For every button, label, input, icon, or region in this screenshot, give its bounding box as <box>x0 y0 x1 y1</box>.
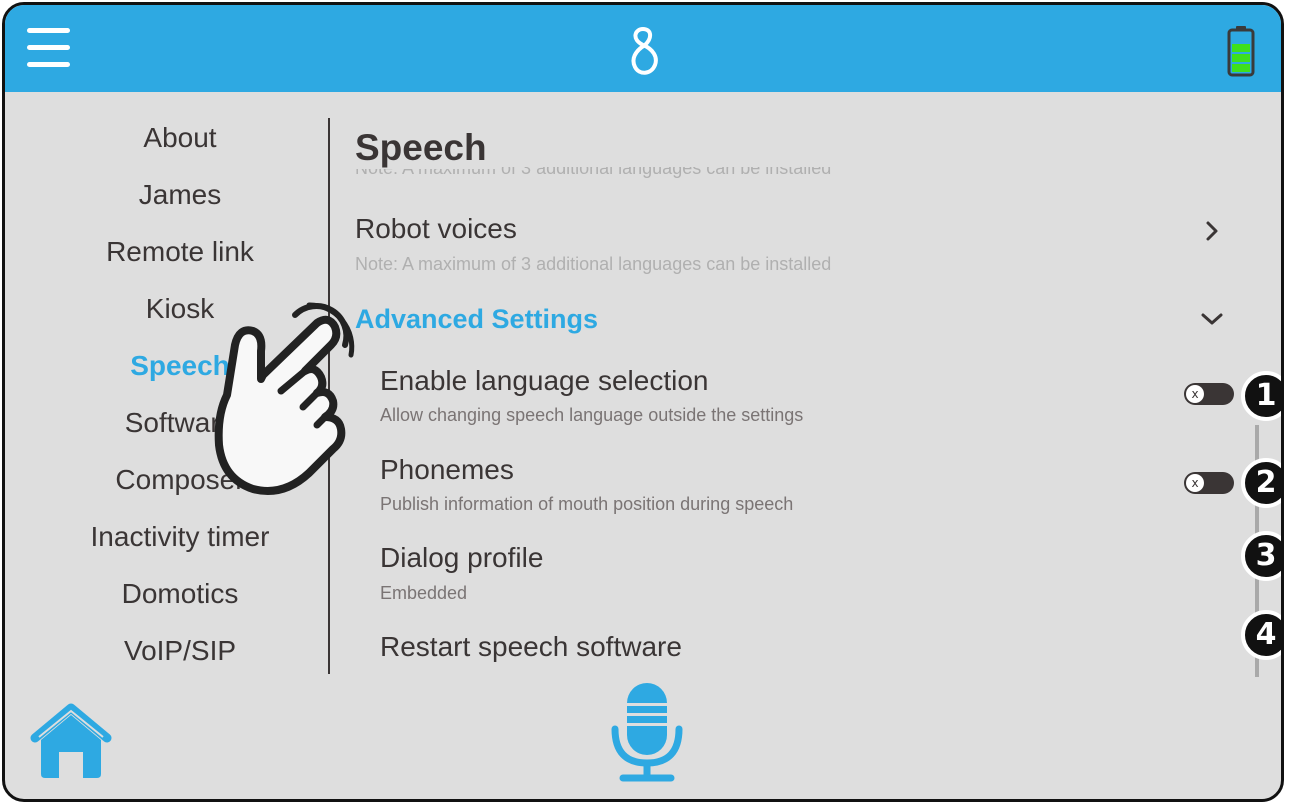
top-bar <box>5 5 1281 92</box>
annotation-badge-1: 1 <box>1241 371 1281 421</box>
enable-language-selection-subtitle: Allow changing speech language outside t… <box>380 405 804 425</box>
sidebar-item-kiosk[interactable]: Kiosk <box>5 292 355 326</box>
microphone-icon[interactable] <box>609 681 685 785</box>
annotation-badge-4: 4 <box>1241 610 1281 660</box>
robot-voices-title[interactable]: Robot voices <box>355 213 517 245</box>
battery-icon <box>1227 26 1255 77</box>
sidebar-item-domotics[interactable]: Domotics <box>5 577 355 611</box>
dialog-profile-title: Dialog profile <box>380 542 544 573</box>
page-title: Speech <box>355 127 497 169</box>
phonemes-title: Phonemes <box>380 454 514 485</box>
scrolled-note: Note: A maximum of 3 additional language… <box>355 167 832 178</box>
enable-language-selection-toggle[interactable]: x <box>1184 383 1234 405</box>
home-icon[interactable] <box>29 700 113 782</box>
enable-language-selection-title: Enable language selection <box>380 365 709 396</box>
sidebar-divider <box>328 118 330 674</box>
dialog-profile-value: Embedded <box>380 583 468 603</box>
toggle-off-icon: x <box>1186 385 1204 403</box>
chevron-down-icon[interactable] <box>1200 307 1224 331</box>
sidebar-item-remote-link[interactable]: Remote link <box>5 235 355 269</box>
advanced-settings-header[interactable]: Advanced Settings <box>355 303 598 335</box>
sidebar-item-about[interactable]: About <box>5 121 355 155</box>
robot-voices-note: Note: A maximum of 3 additional language… <box>355 254 832 274</box>
annotation-badge-3: 3 <box>1241 531 1281 581</box>
chevron-right-icon[interactable] <box>1200 219 1224 243</box>
app-logo-icon <box>631 26 658 75</box>
phonemes-subtitle: Publish information of mouth position du… <box>380 494 794 514</box>
annotation-badge-2: 2 <box>1241 458 1281 508</box>
settings-content: Speech Note: A maximum of 3 additional l… <box>350 115 1240 677</box>
toggle-off-icon: x <box>1186 474 1204 492</box>
sidebar-item-voip-sip[interactable]: VoIP/SIP <box>5 634 355 668</box>
restart-speech-software-button[interactable]: Restart speech software <box>380 631 682 663</box>
app-window: About James Remote link Kiosk Speech Sof… <box>2 2 1284 802</box>
sidebar-item-inactivity-timer[interactable]: Inactivity timer <box>5 520 355 554</box>
hamburger-menu-icon[interactable] <box>27 26 71 68</box>
sidebar-item-composer[interactable]: Composer <box>5 463 355 497</box>
sidebar-item-james[interactable]: James <box>5 178 355 212</box>
sidebar-item-speech[interactable]: Speech <box>5 349 355 383</box>
sidebar-item-software[interactable]: Software <box>5 406 355 440</box>
phonemes-toggle[interactable]: x <box>1184 472 1234 494</box>
